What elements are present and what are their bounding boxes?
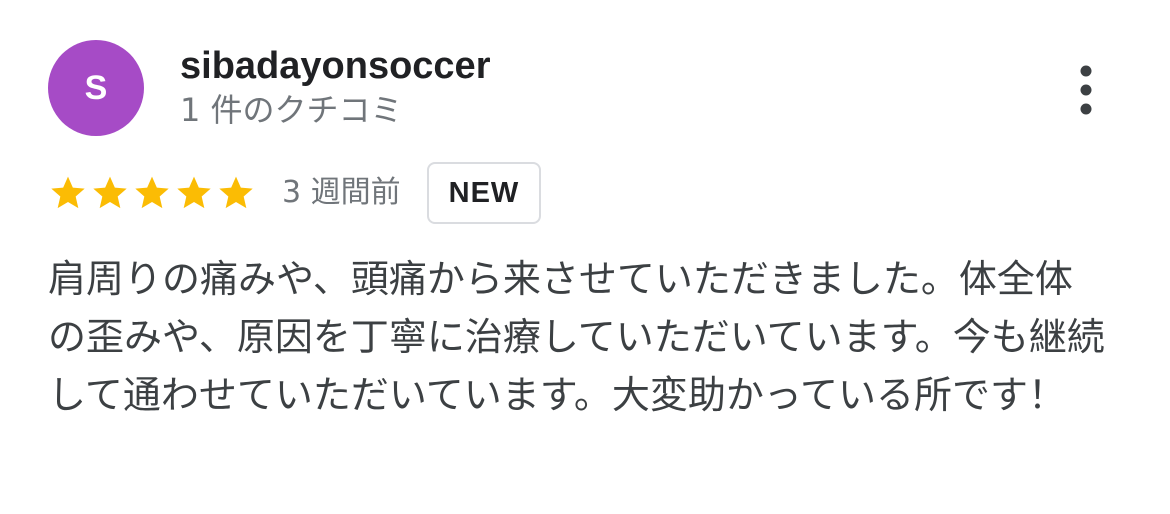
review-text: 肩周りの痛みや、頭痛から来させていただきました。体全体の歪みや、原因を丁寧に治療… xyxy=(48,257,1105,417)
review-timestamp: 3 週間前 xyxy=(282,175,401,210)
star-icon xyxy=(135,176,169,209)
reviewer-name[interactable]: sibadayonsoccer xyxy=(180,42,490,90)
rating-row: 3 週間前 NEW xyxy=(48,160,542,226)
star-icon xyxy=(51,176,85,209)
reviewer-review-count: 1 件のクチコミ xyxy=(180,91,403,129)
more-vert-icon xyxy=(1080,65,1092,115)
more-options-button[interactable] xyxy=(1058,60,1114,120)
star-icon xyxy=(219,176,253,209)
star-rating xyxy=(48,173,256,213)
star-icon xyxy=(93,176,127,209)
avatar-initial: S xyxy=(84,69,108,107)
star-icon xyxy=(177,176,211,209)
new-badge: NEW xyxy=(426,162,542,224)
avatar[interactable]: S xyxy=(48,40,144,136)
